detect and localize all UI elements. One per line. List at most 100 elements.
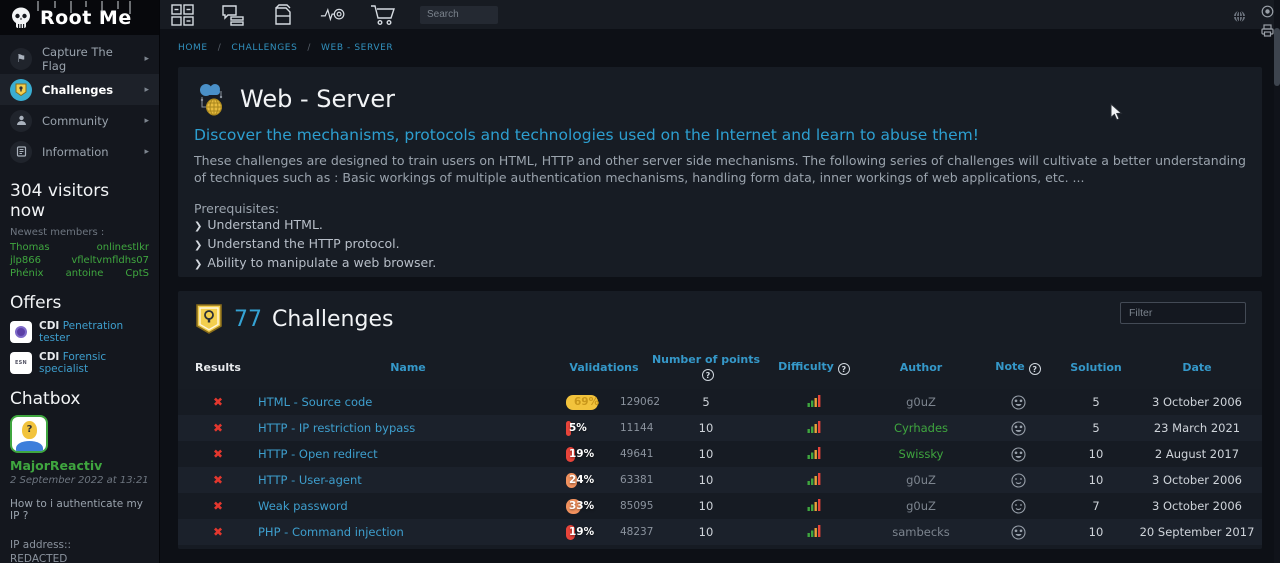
challenge-link[interactable]: HTTP - User-agent: [258, 473, 362, 487]
chevron-right-icon: ▸: [144, 147, 149, 157]
avatar[interactable]: ?: [10, 415, 48, 453]
docs-icon[interactable]: [270, 3, 296, 27]
breadcrumb-separator: /: [218, 43, 222, 53]
solution-count-cell[interactable]: 5: [1060, 389, 1132, 415]
monitoring-icon[interactable]: [320, 3, 346, 27]
solution-count-cell[interactable]: 5: [1060, 415, 1132, 441]
not-solved-icon: ✖: [213, 447, 223, 461]
breadcrumb-web-server[interactable]: WEB - SERVER: [321, 43, 393, 53]
challenge-link[interactable]: Weak password: [258, 499, 348, 513]
sidebar-item-community[interactable]: Community ▸: [0, 105, 159, 136]
offer-company-logo: [10, 321, 32, 343]
validation-count: 11144: [620, 422, 653, 434]
chat-username[interactable]: MajorReactiv: [10, 458, 149, 473]
prerequisites-list: ❯Understand HTML. ❯Understand the HTTP p…: [194, 216, 1246, 273]
date-cell: 3 October 2006: [1132, 467, 1262, 493]
validation-count: 49641: [620, 448, 653, 460]
challenges-count: 77: [234, 307, 262, 332]
solution-count-cell[interactable]: 7: [1060, 493, 1132, 519]
column-difficulty[interactable]: Difficulty?: [762, 349, 866, 389]
author-link[interactable]: Swissky: [899, 447, 944, 461]
member-link[interactable]: Phénix: [10, 268, 44, 279]
difficulty-cell: [762, 441, 866, 467]
date-cell: 23 March 2021: [1132, 415, 1262, 441]
info-book-icon: [10, 141, 32, 163]
solution-count-cell[interactable]: 10: [1060, 519, 1132, 545]
validation-percent-badge: 19%: [566, 525, 612, 540]
member-link[interactable]: Thomas: [10, 242, 50, 253]
sidebar-item-information[interactable]: Information ▸: [0, 136, 159, 167]
print-icon[interactable]: [1261, 22, 1274, 41]
sidebar-item-label: Community: [42, 114, 134, 128]
sidebar-item-capture-the-flag[interactable]: ⚑ Capture The Flag ▸: [0, 43, 159, 74]
difficulty-bars-icon: [807, 472, 822, 485]
ctf-grid-icon[interactable]: [170, 3, 196, 27]
shop-cart-icon[interactable]: [370, 3, 396, 27]
member-link[interactable]: CptS: [125, 268, 149, 279]
bullet-icon: ❯: [194, 259, 202, 270]
note-cell: [976, 389, 1060, 415]
points-cell: 10: [650, 493, 762, 519]
offer-contract: CDI: [39, 320, 59, 332]
language-globe-icon[interactable]: [1233, 8, 1246, 27]
page-subtitle: Discover the mechanisms, protocols and t…: [194, 126, 1246, 144]
author-link[interactable]: Cyrhades: [894, 421, 948, 435]
author-link[interactable]: g0uZ: [906, 499, 936, 513]
author-link[interactable]: g0uZ: [906, 395, 936, 409]
difficulty-bars-icon: [807, 420, 822, 433]
breadcrumb-home[interactable]: HOME: [178, 43, 208, 53]
help-icon[interactable]: ?: [1029, 363, 1041, 375]
date-cell: 3 October 2006: [1132, 493, 1262, 519]
help-icon[interactable]: ?: [838, 363, 850, 375]
member-link[interactable]: vfleltvmfldhs07: [71, 255, 149, 266]
challenge-link[interactable]: HTML - Source code: [258, 395, 372, 409]
offer-penetration-tester[interactable]: CDI Penetration tester: [10, 320, 149, 344]
member-link[interactable]: jlp866: [10, 255, 41, 266]
member-link[interactable]: onlinestlkr: [97, 242, 149, 253]
logo[interactable]: Root Me: [0, 0, 159, 35]
difficulty-cell: [762, 545, 866, 549]
note-cell: [976, 545, 1060, 549]
author-link[interactable]: g0uZ: [906, 473, 936, 487]
solution-count-cell[interactable]: 9: [1060, 545, 1132, 549]
validation-count: 129062: [620, 396, 660, 408]
grin-face-icon: [1011, 447, 1026, 462]
column-author[interactable]: Author: [866, 349, 976, 389]
difficulty-bars-icon: [807, 498, 822, 511]
bullet-icon: ❯: [194, 240, 202, 251]
difficulty-cell: [762, 493, 866, 519]
bullet-icon: ❯: [194, 221, 202, 232]
challenge-row: ✖ Weak password 33% 85095 10: [178, 493, 1262, 519]
note-cell: [976, 441, 1060, 467]
sidebar-item-challenges[interactable]: Challenges ▸: [0, 74, 159, 105]
prerequisites-label: Prerequisites:: [194, 201, 1246, 216]
column-results[interactable]: Results: [178, 349, 258, 389]
help-icon[interactable]: ?: [702, 369, 714, 381]
column-note[interactable]: Note?: [976, 349, 1060, 389]
column-date[interactable]: Date: [1132, 349, 1262, 389]
sidebar-menu: ⚑ Capture The Flag ▸ Challenges ▸ Commun…: [0, 35, 159, 167]
column-points[interactable]: Number of points?: [650, 349, 762, 389]
column-name[interactable]: Name: [258, 349, 558, 389]
challenge-link[interactable]: PHP - Command injection: [258, 525, 404, 539]
challenge-link[interactable]: HTTP - IP restriction bypass: [258, 421, 415, 435]
offer-forensic-specialist[interactable]: ESN CDI Forensic specialist: [10, 351, 149, 375]
chevron-right-icon: ▸: [144, 54, 149, 64]
column-validations[interactable]: Validations: [558, 349, 650, 389]
scrollbar-thumb[interactable]: [1274, 28, 1280, 86]
author-link[interactable]: sambecks: [892, 525, 950, 539]
search-input[interactable]: [420, 6, 498, 24]
solution-count-cell[interactable]: 10: [1060, 467, 1132, 493]
forum-icon[interactable]: [220, 3, 246, 27]
column-solution[interactable]: Solution: [1060, 349, 1132, 389]
scroll-target-icon[interactable]: [1261, 3, 1274, 22]
solution-count-cell[interactable]: 10: [1060, 441, 1132, 467]
breadcrumb-challenges[interactable]: CHALLENGES: [231, 43, 297, 53]
note-cell: [976, 415, 1060, 441]
hanging-threads-decoration: [34, 0, 134, 19]
challenge-row: ✖ Backup file 17% 42596 15: [178, 545, 1262, 549]
member-link[interactable]: antoine: [66, 268, 104, 279]
filter-input[interactable]: [1120, 302, 1246, 324]
challenge-link[interactable]: HTTP - Open redirect: [258, 447, 378, 461]
challenge-row: ✖ PHP - Command injection 19% 48237: [178, 519, 1262, 545]
